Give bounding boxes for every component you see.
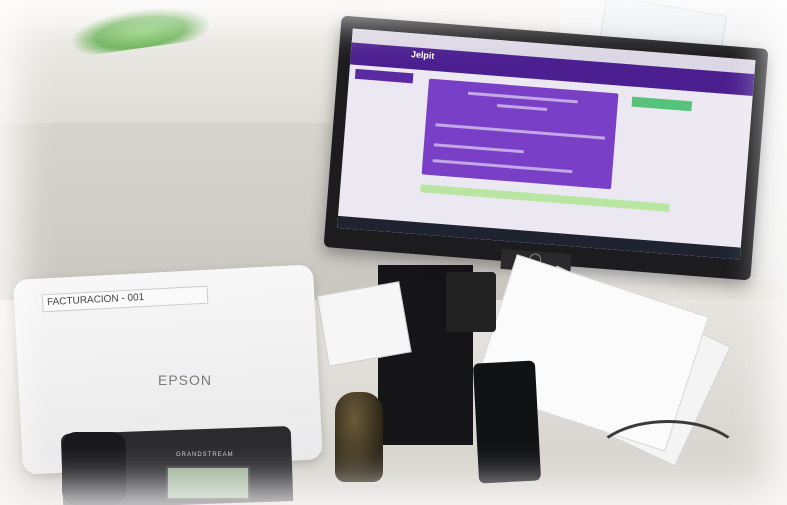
card-text-line: [433, 143, 524, 154]
green-button: [631, 96, 693, 112]
cartridge-box: [316, 281, 412, 367]
card-text-line: [432, 159, 573, 174]
phone-screen: [166, 466, 250, 500]
card-text-line: [435, 123, 606, 140]
cable: [590, 420, 746, 505]
app-logo: Jelpit: [410, 49, 435, 61]
bottle: [335, 392, 383, 482]
green-bar: [420, 184, 670, 212]
smartphone: [472, 360, 542, 484]
sidebar-button: [354, 68, 414, 84]
scanner-brand: EPSON: [158, 372, 213, 388]
photo-scene: Jelpit FACTURACION - 001 EPSON GRANDSTRE…: [0, 0, 787, 505]
card-text-line: [467, 91, 578, 104]
monitor: Jelpit: [323, 15, 769, 281]
charger: [446, 272, 496, 332]
phone-handset: [62, 432, 126, 505]
phone-brand: GRANDSTREAM: [176, 452, 234, 458]
monitor-screen: Jelpit: [337, 28, 756, 260]
app-card: [421, 78, 619, 190]
card-text-line: [497, 104, 548, 111]
